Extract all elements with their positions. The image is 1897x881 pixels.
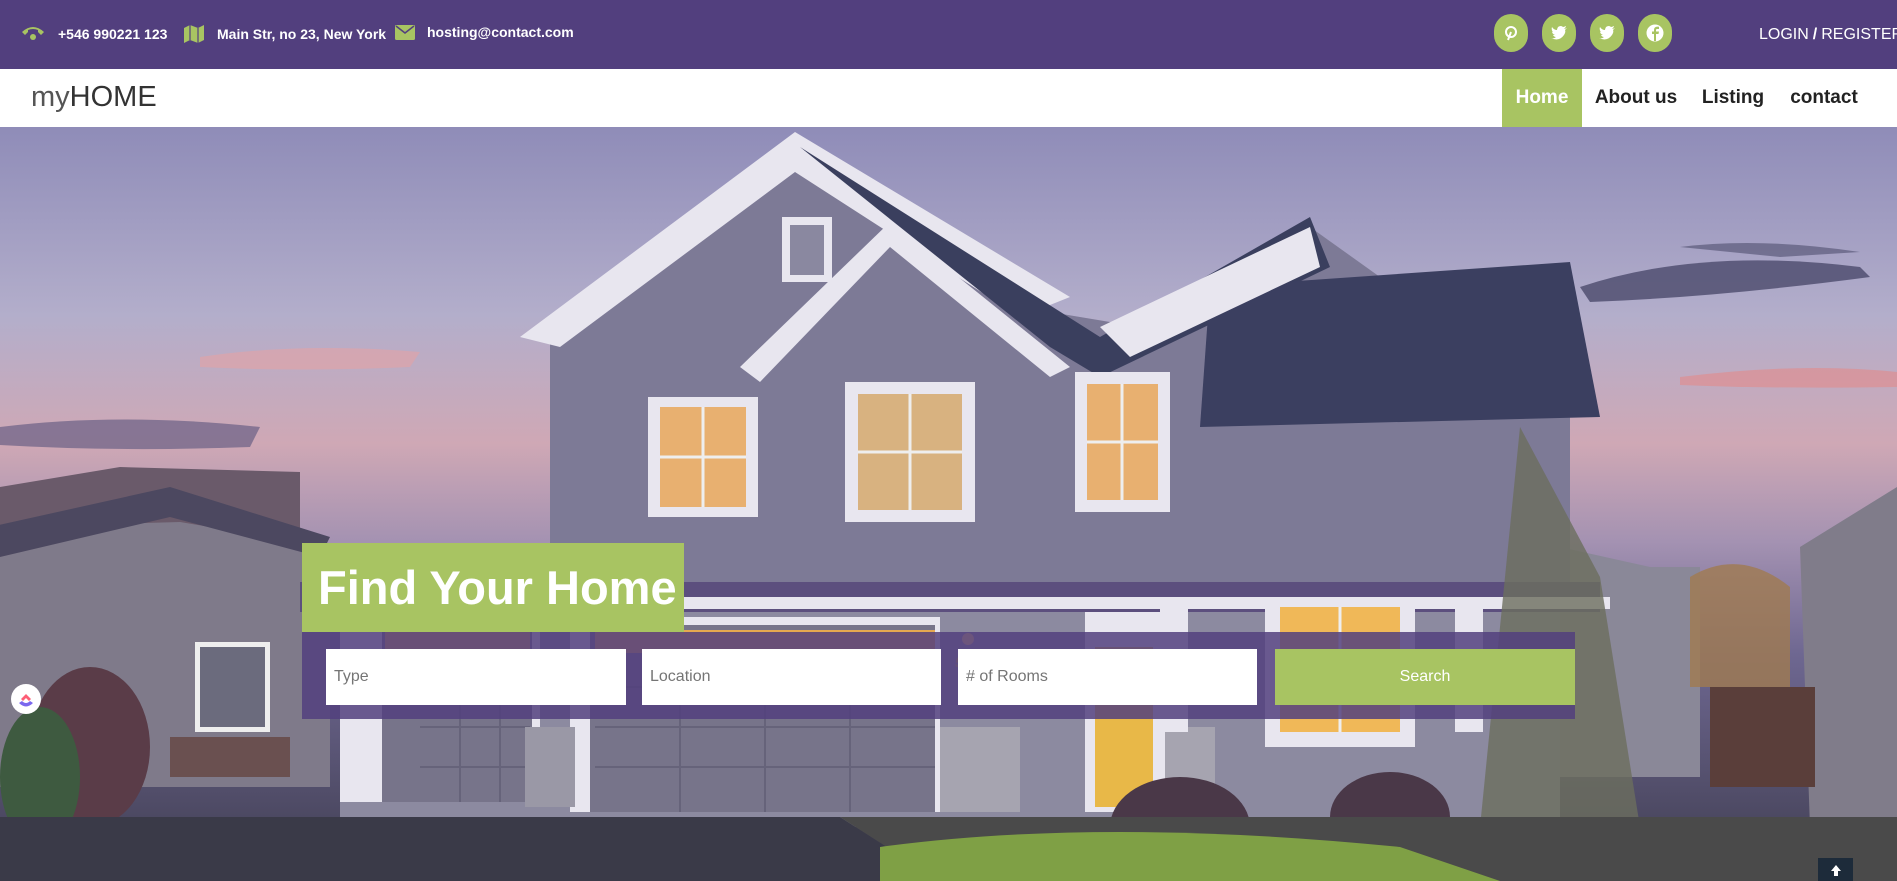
logo-home: HOME	[69, 81, 157, 113]
location-input[interactable]	[642, 649, 941, 705]
clickup-icon	[19, 694, 33, 707]
nav-listing[interactable]: Listing	[1698, 69, 1768, 127]
rooms-input[interactable]	[958, 649, 1257, 705]
nav-contact[interactable]: contact	[1785, 69, 1863, 127]
twitter-button-2[interactable]	[1590, 14, 1624, 52]
arrow-up-icon	[1830, 864, 1841, 876]
search-button[interactable]: Search	[1275, 649, 1575, 705]
type-input[interactable]	[326, 649, 626, 705]
pinterest-button[interactable]	[1494, 14, 1528, 52]
address-text: Main Str, no 23, New York	[217, 26, 387, 42]
floating-widget-button[interactable]	[11, 684, 41, 714]
top-bar: +546 990221 123 Main Str, no 23, New Yor…	[0, 0, 1897, 69]
main-nav: myHOME Home About us Listing contact	[0, 69, 1897, 127]
twitter-icon	[1551, 26, 1567, 40]
hero-section: 5991 Find Your Home Search	[0, 127, 1897, 881]
auth-links: LOGIN / REGISTER	[1759, 26, 1897, 44]
auth-separator: /	[1812, 26, 1818, 43]
logo-my: my	[31, 81, 70, 113]
house-photo: 5991	[0, 132, 1897, 881]
pinterest-icon	[1505, 26, 1517, 41]
email-info: hosting@contact.com	[395, 24, 574, 40]
twitter-icon	[1599, 26, 1615, 40]
hero-title: Find Your Home	[302, 543, 684, 632]
site-logo[interactable]: myHOME	[31, 81, 157, 114]
nav-about-us[interactable]: About us	[1588, 69, 1684, 127]
phone-number: +546 990221 123	[58, 26, 168, 42]
login-link[interactable]: LOGIN	[1759, 26, 1809, 44]
phone-info: +546 990221 123	[20, 24, 167, 44]
email-address[interactable]: hosting@contact.com	[427, 24, 574, 40]
register-link[interactable]: REGISTER	[1821, 26, 1897, 44]
map-icon	[184, 25, 204, 43]
twitter-button[interactable]	[1542, 14, 1576, 52]
scroll-to-top-button[interactable]	[1818, 858, 1853, 881]
search-panel: Search	[302, 632, 1575, 719]
phone-icon	[22, 27, 44, 40]
nav-home[interactable]: Home	[1502, 69, 1582, 127]
envelope-icon	[395, 24, 415, 40]
address-info: Main Str, no 23, New York	[183, 24, 386, 44]
facebook-button[interactable]	[1638, 14, 1672, 52]
facebook-icon	[1646, 24, 1664, 42]
